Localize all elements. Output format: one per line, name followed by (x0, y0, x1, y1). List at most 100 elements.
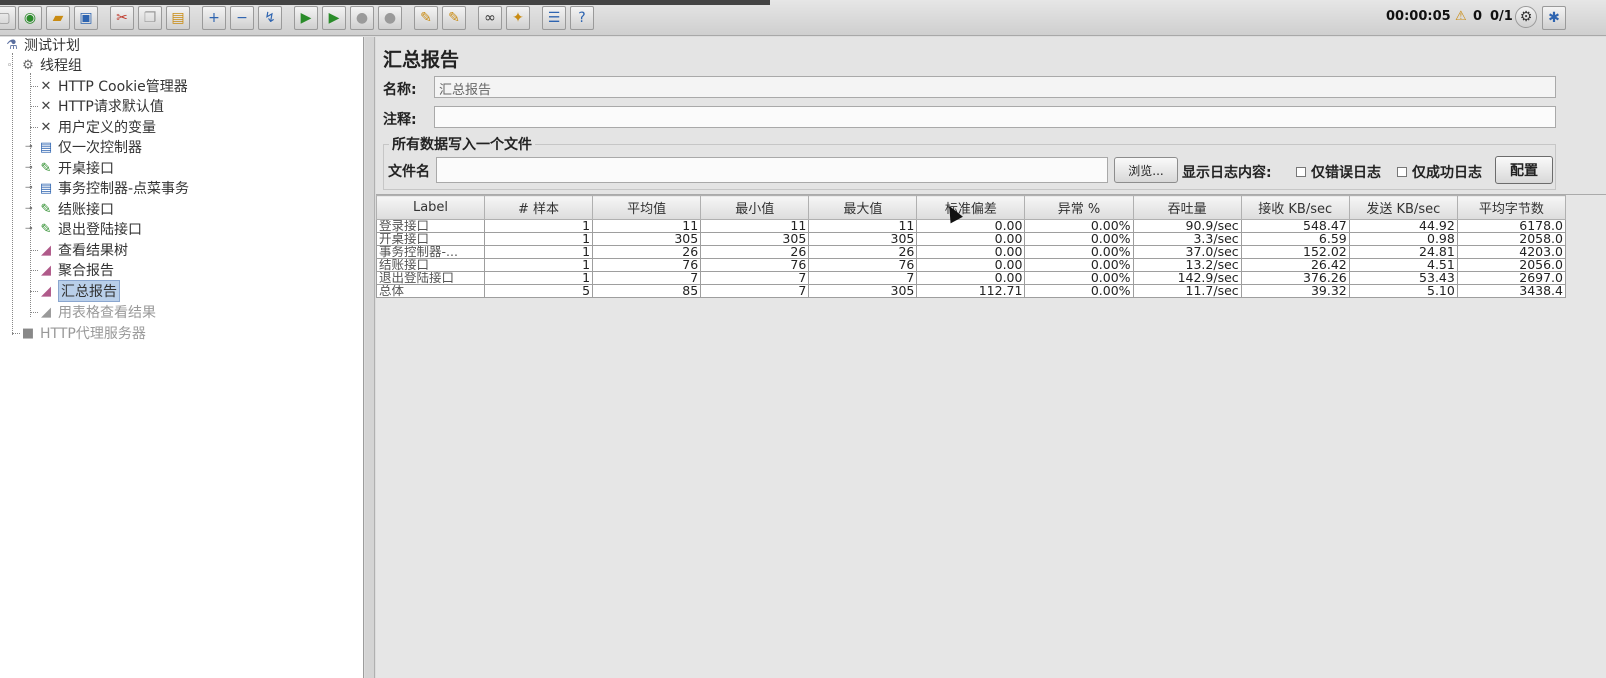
toggle-icon[interactable]: ↯ (258, 6, 282, 30)
start-icon[interactable]: ▶ (294, 6, 318, 30)
elapsed-timer: 00:00:05 (1386, 9, 1451, 24)
table-row[interactable]: 退出登陆接口 1 7 7 7 0.00 0.00% 142.9/sec 376.26 53.43 2… (376, 271, 1567, 285)
copy-icon[interactable]: ❐ (138, 6, 162, 30)
toolbar: ▢ ◉ ▰ ▣ ✂ ❐ ▤ + − ↯ ▶ ▶ ● ● ✎ ✎ ∞ ✦ ☰ ? … (0, 0, 1606, 36)
collapse-icon[interactable]: − (230, 6, 254, 30)
filename-input[interactable] (436, 157, 1108, 183)
column-header[interactable]: 接收 KB/sec (1240, 195, 1350, 220)
column-header[interactable]: Label (376, 195, 485, 220)
browse-button[interactable]: 浏览... (1114, 157, 1178, 183)
errors-only-checkbox[interactable]: 仅错误日志 (1296, 162, 1381, 182)
listener-icon: ◢ (41, 304, 51, 320)
reset-search-icon[interactable]: ✦ (506, 6, 530, 30)
remote-icon[interactable]: ⚙ (1515, 6, 1537, 28)
table-cell: 85 (592, 284, 702, 298)
tree-node-table-results[interactable]: ◢ 用表格查看结果 (38, 302, 156, 322)
clear-all-icon[interactable]: ✎ (442, 6, 466, 30)
table-cell: 6.59 (1240, 232, 1350, 246)
open-icon[interactable]: ▰ (46, 6, 70, 30)
table-cell: 26.42 (1240, 258, 1350, 272)
configure-button[interactable]: 配置 (1495, 156, 1553, 184)
table-row[interactable]: 事务控制器-... 1 26 26 26 0.00 0.00% 37.0/sec 152.02 2… (376, 245, 1567, 259)
save-icon[interactable]: ▣ (74, 6, 98, 30)
tree-node-logout[interactable]: ✎ 退出登陆接口 (38, 219, 142, 239)
templates-icon[interactable]: ◉ (18, 6, 42, 30)
tree-node-summary-report[interactable]: ◢ 汇总报告 (38, 280, 120, 302)
table-cell: 7 (700, 284, 810, 298)
tree-node-open-table[interactable]: ✎ 开桌接口 (38, 158, 114, 178)
warning-icon[interactable]: ⚠ (1455, 9, 1467, 24)
table-cell: 13.2/sec (1132, 258, 1242, 272)
table-cell: 6178.0 (1456, 219, 1567, 233)
table-row[interactable]: 总体 5 85 7 305 112.71 0.00% 11.7/sec 39.32 5.10 343… (376, 284, 1567, 298)
shutdown-icon[interactable]: ● (378, 6, 402, 30)
table-cell: 305 (808, 284, 918, 298)
table-cell: 90.9/sec (1132, 219, 1242, 233)
help-icon[interactable]: ? (570, 6, 594, 30)
column-header[interactable]: 异常 % (1024, 195, 1134, 220)
table-cell: 2058.0 (1456, 232, 1567, 246)
new-icon[interactable]: ▢ (0, 6, 16, 30)
tree-node-once-only-controller[interactable]: ▤ 仅一次控制器 (38, 137, 142, 157)
table-cell: 76 (808, 258, 918, 272)
table-cell: 142.9/sec (1132, 271, 1242, 285)
expand-toggle-icon[interactable]: ⊸ (25, 163, 33, 173)
tree-node-user-variables[interactable]: ✕ 用户定义的变量 (38, 117, 156, 137)
tree-node-cookie-manager[interactable]: ✕ HTTP Cookie管理器 (38, 76, 188, 96)
checkbox-box-icon (1397, 167, 1407, 177)
row-label-cell: 事务控制器-... (376, 245, 485, 259)
tree-node-checkout[interactable]: ✎ 结账接口 (38, 199, 114, 219)
tree-node-thread-group[interactable]: ⚙ 线程组 (20, 55, 82, 75)
wrench-icon: ✕ (40, 119, 52, 135)
column-header[interactable]: 平均字节数 (1456, 195, 1567, 220)
sampler-icon: ✎ (40, 221, 52, 237)
table-cell: 76 (700, 258, 810, 272)
proxy-icon: ■ (21, 325, 35, 341)
expand-toggle-icon[interactable]: ⊸ (25, 142, 33, 152)
listener-icon: ◢ (41, 242, 51, 258)
tree-node-http-proxy[interactable]: ■ HTTP代理服务器 (20, 323, 146, 343)
tree-node-results-tree[interactable]: ◢ 查看结果树 (38, 240, 128, 260)
column-header[interactable]: 平均值 (592, 195, 702, 220)
wrench-icon: ✕ (40, 78, 52, 94)
warning-count: 0 (1473, 9, 1483, 24)
tree-node-aggregate-report[interactable]: ◢ 聚合报告 (38, 260, 114, 280)
table-row[interactable]: 开桌接口 1 305 305 305 0.00 0.00% 3.3/sec 6.59 0.98 20… (376, 232, 1567, 246)
success-only-checkbox[interactable]: 仅成功日志 (1397, 162, 1482, 182)
comment-field[interactable] (434, 106, 1556, 128)
cut-icon[interactable]: ✂ (110, 6, 134, 30)
start-no-pause-icon[interactable]: ▶ (322, 6, 346, 30)
flask-icon: ⚗ (6, 37, 18, 53)
search-icon[interactable]: ∞ (478, 6, 502, 30)
table-cell: 5 (483, 284, 594, 298)
expand-icon[interactable]: + (202, 6, 226, 30)
tree-node-transaction-controller[interactable]: ▤ 事务控制器-点菜事务 (38, 178, 189, 198)
expand-toggle-icon[interactable]: ⊸ (25, 204, 33, 214)
column-header[interactable]: 吞吐量 (1132, 195, 1242, 220)
column-header[interactable]: 标准偏差 (916, 195, 1026, 220)
column-header[interactable]: 最大值 (808, 195, 918, 220)
table-cell: 37.0/sec (1132, 245, 1242, 259)
table-cell: 305 (700, 232, 810, 246)
page-title: 汇总报告 (383, 49, 460, 71)
column-header[interactable]: 发送 KB/sec (1348, 195, 1458, 220)
function-helper-icon[interactable]: ☰ (542, 6, 566, 30)
split-pane-divider[interactable] (365, 37, 375, 678)
stop-icon[interactable]: ● (350, 6, 374, 30)
column-header[interactable]: 最小值 (700, 195, 810, 220)
summary-table: Label # 样本 平均值 最小值 最大值 标准偏差 异常 % 吞吐量 接收 … (376, 195, 1567, 298)
paste-icon[interactable]: ▤ (166, 6, 190, 30)
table-row[interactable]: 登录接口 1 11 11 11 0.00 0.00% 90.9/sec 548.47 44.92 6… (376, 219, 1567, 233)
expand-toggle-icon[interactable]: ⊸ (25, 183, 33, 193)
table-cell: 7 (700, 271, 810, 285)
column-header[interactable]: # 样本 (483, 195, 594, 220)
name-field[interactable]: 汇总报告 (434, 76, 1556, 98)
table-row[interactable]: 结账接口 1 76 76 76 0.00 0.00% 13.2/sec 26.42 4.51 205… (376, 258, 1567, 272)
test-plan-tree: ⚗ 测试计划 ◦ ⚙ 线程组 ✕ HTTP Cookie管理器 ✕ HTTP请求… (0, 37, 364, 678)
clear-icon[interactable]: ✎ (414, 6, 438, 30)
expand-toggle-icon[interactable]: ◦ (7, 61, 12, 71)
tree-node-test-plan[interactable]: ⚗ 测试计划 (4, 35, 80, 55)
expand-toggle-icon[interactable]: ⊸ (25, 224, 33, 234)
tree-node-http-defaults[interactable]: ✕ HTTP请求默认值 (38, 96, 164, 116)
log-viewer-icon[interactable]: ✱ (1542, 6, 1566, 30)
